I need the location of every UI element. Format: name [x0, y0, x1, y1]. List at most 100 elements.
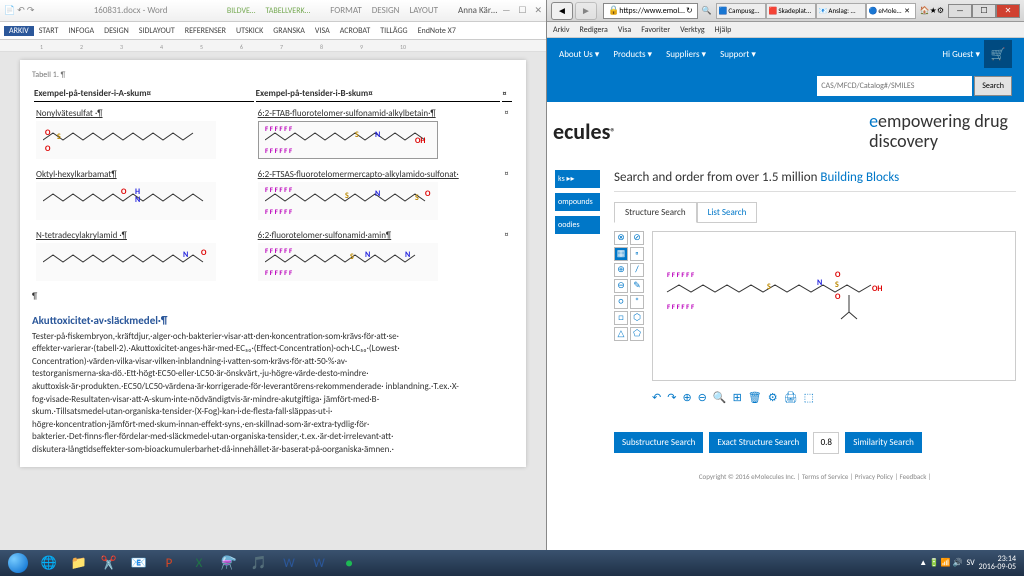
label-b1[interactable]: 6:2-FTSAS·fluorotelomermercapto-alkylami… — [258, 169, 459, 180]
menu-visa[interactable]: Visa — [618, 25, 631, 35]
substructure-button[interactable]: Substructure Search — [614, 432, 703, 453]
ie-restore[interactable]: ☐ — [972, 4, 996, 18]
refresh-icon[interactable]: ↻ — [686, 6, 693, 16]
taskbar-word2[interactable]: W — [304, 552, 334, 574]
tab-referenser[interactable]: REFERENSER — [180, 26, 231, 36]
side-1[interactable]: ompounds — [555, 193, 600, 211]
mini-1[interactable]: ↷ — [667, 391, 676, 404]
label-a2[interactable]: N-tetradecylakrylamid ·¶ — [36, 230, 127, 241]
exact-button[interactable]: Exact Structure Search — [709, 432, 807, 453]
search-icon[interactable]: 🔍 — [702, 6, 712, 16]
pic-tools[interactable]: BILDVE… — [227, 6, 256, 16]
taskbar-explorer[interactable]: 📁 — [64, 552, 94, 574]
address-bar[interactable]: 🔒 https://www.emol… ↻ — [603, 3, 698, 19]
tab-3[interactable]: 🔵eMole… ✕ — [866, 3, 916, 19]
taskbar-word[interactable]: W — [274, 552, 304, 574]
structure-b2[interactable]: F F F F F FF F F F F FSNN — [258, 243, 438, 281]
mini-0[interactable]: ↶ — [652, 391, 661, 404]
ie-minimize[interactable]: — — [948, 4, 972, 18]
fav-icon[interactable]: ★ — [930, 6, 937, 16]
document-area[interactable]: Tabell 1. ¶ Exempel-på-tensider-i-A-skum… — [0, 52, 546, 560]
menu-redigera[interactable]: Redigera — [580, 25, 608, 35]
home-icon[interactable]: 🏠 — [920, 6, 930, 16]
tray-lang[interactable]: SV — [966, 558, 974, 568]
tab-utskick[interactable]: UTSKICK — [231, 26, 268, 36]
tool-0[interactable]: ⊗ — [614, 231, 628, 245]
mini-7[interactable]: ⚙ — [768, 391, 778, 404]
similarity-button[interactable]: Similarity Search — [845, 432, 922, 453]
menu-hjalp[interactable]: Hjälp — [715, 25, 732, 35]
tool-3[interactable]: ▫ — [630, 247, 644, 261]
tab-structure[interactable]: Structure Search — [614, 202, 697, 223]
structure-b1[interactable]: F F F F F FF F F F F FSNSO — [258, 182, 438, 220]
menu-favoriter[interactable]: Favoriter — [641, 25, 670, 35]
tool-7[interactable]: ✎ — [630, 279, 644, 293]
tab-granska[interactable]: GRANSKA — [268, 26, 310, 36]
label-b2[interactable]: 6:2·fluorotelomer·sulfonamid·amin¶ — [258, 230, 392, 241]
label-b0[interactable]: 6:2-FTAB·fluorotelomer·sulfonamid·alkylb… — [258, 108, 436, 119]
tab-design[interactable]: DESIGN — [99, 26, 134, 36]
structure-a1[interactable]: OHN — [36, 182, 216, 220]
gear-icon[interactable]: ⚙ — [937, 6, 944, 16]
text-search-button[interactable]: Search — [974, 76, 1012, 96]
forward-button[interactable]: ► — [575, 2, 597, 20]
qat[interactable]: 📄 ↶ ↷ — [4, 5, 34, 16]
mini-4[interactable]: 🔍 — [713, 391, 727, 404]
cart-icon[interactable]: 🛒 — [984, 40, 1012, 68]
tool-2[interactable]: ▦ — [614, 247, 628, 261]
ie-close[interactable]: ✕ — [996, 4, 1020, 18]
tray-icons[interactable]: ▲ 🔋 📶 🔊 — [919, 558, 962, 568]
menu-arkiv[interactable]: Arkiv — [553, 25, 570, 35]
side-0[interactable]: ks ▸▸ — [555, 170, 600, 188]
tab-visa[interactable]: VISA — [310, 26, 335, 36]
taskbar-snip[interactable]: ✂️ — [94, 552, 124, 574]
taskbar-ppt[interactable]: P — [154, 552, 184, 574]
taskbar-spotify[interactable]: ● — [334, 552, 364, 574]
tab-arkiv[interactable]: ARKIV — [4, 26, 34, 36]
tray-clock[interactable]: 23:14 2016-09-05 — [979, 555, 1016, 571]
taskbar-excel[interactable]: X — [184, 552, 214, 574]
building-blocks-link[interactable]: Building Blocks — [820, 170, 899, 185]
tool-6[interactable]: ⊖ — [614, 279, 628, 293]
mini-2[interactable]: ⊕ — [682, 391, 691, 404]
close-button[interactable]: ✕ — [534, 5, 542, 16]
side-2[interactable]: oodies — [555, 216, 600, 234]
mini-5[interactable]: ⊞ — [733, 391, 742, 404]
guest-menu[interactable]: Hi Guest ▾ — [942, 49, 980, 60]
tool-13[interactable]: ⬠ — [630, 327, 644, 341]
section-heading[interactable]: Akuttoxicitet·av·släckmedel·¶ — [32, 314, 514, 327]
nav-suppliers[interactable]: Suppliers ▾ — [666, 49, 706, 60]
structure-a0[interactable]: OOS — [36, 121, 216, 159]
caption-text[interactable]: Tabell 1. ¶ — [32, 70, 514, 80]
tool-1[interactable]: ⊘ — [630, 231, 644, 245]
nav-about[interactable]: About Us ▾ — [559, 49, 599, 60]
back-button[interactable]: ◄ — [551, 2, 573, 20]
tool-9[interactable]: * — [630, 295, 644, 309]
similarity-threshold[interactable] — [813, 432, 839, 454]
structure-b0-selected[interactable]: F F F F F FF F F F F FSNOH — [258, 121, 438, 159]
tab-endnote[interactable]: EndNote X7 — [413, 26, 461, 36]
tab-acrobat[interactable]: ACROBAT — [335, 26, 376, 36]
tab-0[interactable]: 🟦Campusg… — [716, 3, 766, 19]
tab-tillagg[interactable]: TILLÄGG — [375, 26, 412, 36]
menu-verktyg[interactable]: Verktyg — [680, 25, 704, 35]
nav-support[interactable]: Support ▾ — [720, 49, 756, 60]
label-a1[interactable]: Oktyl·hexylkarbamat¶ — [36, 169, 117, 180]
minimize-button[interactable]: — — [502, 5, 510, 16]
tool-10[interactable]: □ — [614, 311, 628, 325]
tool-5[interactable]: / — [630, 263, 644, 277]
mini-6[interactable]: 🗑 — [748, 391, 762, 404]
tab-sidlayout[interactable]: SIDLAYOUT — [134, 26, 180, 36]
taskbar-chem[interactable]: ⚗️ — [214, 552, 244, 574]
body-paragraph[interactable]: Tester·på·fiskembryon,·kräftdjur,·alger·… — [32, 331, 514, 457]
tab-infoga[interactable]: INFOGA — [63, 26, 99, 36]
ruler[interactable]: 12345678910 — [0, 40, 546, 52]
tool-12[interactable]: △ — [614, 327, 628, 341]
taskbar-ie[interactable]: 🌐 — [34, 552, 64, 574]
taskbar-itunes[interactable]: 🎵 — [244, 552, 274, 574]
tool-4[interactable]: ⊕ — [614, 263, 628, 277]
tab-1[interactable]: 🟥Skadeplat… — [766, 3, 816, 19]
mini-3[interactable]: ⊖ — [698, 391, 707, 404]
tab-2[interactable]: 📧Anslag: … — [816, 3, 866, 19]
restore-button[interactable]: ☐ — [518, 5, 526, 16]
